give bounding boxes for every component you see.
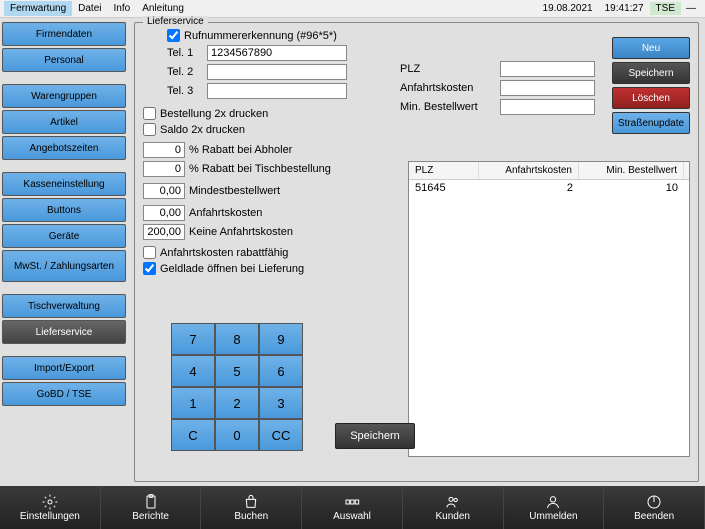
bag-icon <box>243 494 259 510</box>
rabatt-abholer-label: % Rabatt bei Abholer <box>189 144 292 156</box>
bottom-berichte[interactable]: Berichte <box>101 486 202 529</box>
cell-plz: 51645 <box>409 180 479 196</box>
tel3-label: Tel. 3 <box>167 85 207 97</box>
sidebar-item-lieferservice[interactable]: Lieferservice <box>2 320 126 344</box>
sidebar-item-import-export[interactable]: Import/Export <box>2 356 126 380</box>
plz-input[interactable] <box>500 61 595 77</box>
mindest-input[interactable] <box>143 183 185 199</box>
sidebar-item-artikel[interactable]: Artikel <box>2 110 126 134</box>
bottom-buchen[interactable]: Buchen <box>201 486 302 529</box>
cell-anfahrt: 2 <box>479 180 579 196</box>
tel2-label: Tel. 2 <box>167 66 207 78</box>
anfahrt-input[interactable] <box>143 205 185 221</box>
bottom-auswahl[interactable]: Auswahl <box>302 486 403 529</box>
keypad-cc[interactable]: CC <box>259 419 303 451</box>
menu-anleitung[interactable]: Anleitung <box>136 1 190 16</box>
sidebar-item-tischverwaltung[interactable]: Tischverwaltung <box>2 294 126 318</box>
minbestellwert-input[interactable] <box>500 99 595 115</box>
rabatt-tisch-input[interactable] <box>143 161 185 177</box>
gear-icon <box>42 494 58 510</box>
tel2-input[interactable] <box>207 64 347 80</box>
table-row[interactable]: 51645 2 10 <box>409 180 689 196</box>
rabatt-tisch-label: % Rabatt bei Tischbestellung <box>189 163 331 175</box>
sidebar-item-kasseneinstellung[interactable]: Kasseneinstellung <box>2 172 126 196</box>
table-header-anfahrt[interactable]: Anfahrtskosten <box>479 162 579 179</box>
rabatt-abholer-input[interactable] <box>143 142 185 158</box>
panel-legend: Lieferservice <box>143 16 208 27</box>
menu-info[interactable]: Info <box>108 1 137 16</box>
keypad-4[interactable]: 4 <box>171 355 215 387</box>
keypad-1[interactable]: 1 <box>171 387 215 419</box>
speichern-button[interactable]: Speichern <box>612 62 690 84</box>
neu-button[interactable]: Neu <box>612 37 690 59</box>
bottom-beenden[interactable]: Beenden <box>604 486 705 529</box>
sidebar-item-mwst[interactable]: MwSt. / Zahlungsarten <box>2 250 126 282</box>
status-time: 19:41:27 <box>599 3 650 14</box>
keypad-5[interactable]: 5 <box>215 355 259 387</box>
sidebar-item-angebotszeiten[interactable]: Angebotszeiten <box>2 136 126 160</box>
keypad-c[interactable]: C <box>171 419 215 451</box>
sidebar: Firmendaten Personal Warengruppen Artike… <box>0 18 128 486</box>
keypad-6[interactable]: 6 <box>259 355 303 387</box>
save-button[interactable]: Speichern <box>335 423 415 449</box>
keypad-8[interactable]: 8 <box>215 323 259 355</box>
keine-input[interactable] <box>143 224 185 240</box>
table-header-plz[interactable]: PLZ <box>409 162 479 179</box>
menu-fernwartung[interactable]: Fernwartung <box>4 1 72 16</box>
keypad-9[interactable]: 9 <box>259 323 303 355</box>
menu-datei[interactable]: Datei <box>72 1 107 16</box>
anfahrtskosten-label: Anfahrtskosten <box>400 82 500 94</box>
lieferservice-panel: Lieferservice Rufnummererkennung (#96*5*… <box>134 22 699 482</box>
rabattfaehig-label: Anfahrtskosten rabattfähig <box>160 247 288 259</box>
geldlade-checkbox[interactable] <box>143 262 156 275</box>
tel1-label: Tel. 1 <box>167 47 207 59</box>
sidebar-item-geraete[interactable]: Geräte <box>2 224 126 248</box>
minbestellwert-label: Min. Bestellwert <box>400 101 500 113</box>
keypad-0[interactable]: 0 <box>215 419 259 451</box>
bottom-kunden[interactable]: Kunden <box>403 486 504 529</box>
bottom-ummelden[interactable]: Ummelden <box>504 486 605 529</box>
keypad-7[interactable]: 7 <box>171 323 215 355</box>
sidebar-item-firmendaten[interactable]: Firmendaten <box>2 22 126 46</box>
plz-table[interactable]: PLZ Anfahrtskosten Min. Bestellwert 5164… <box>408 161 690 457</box>
status-date: 19.08.2021 <box>537 3 599 14</box>
clipboard-icon <box>143 494 159 510</box>
tse-badge: TSE <box>650 2 681 15</box>
sidebar-item-buttons[interactable]: Buttons <box>2 198 126 222</box>
anfahrtskosten-input[interactable] <box>500 80 595 96</box>
saldo2x-checkbox[interactable] <box>143 123 156 136</box>
bestellung2x-label: Bestellung 2x drucken <box>160 108 268 120</box>
strassenupdate-button[interactable]: Straßenupdate <box>612 112 690 134</box>
plz-label: PLZ <box>400 63 500 75</box>
bottom-einstellungen[interactable]: Einstellungen <box>0 486 101 529</box>
loeschen-button[interactable]: Löschen <box>612 87 690 109</box>
keypad-2[interactable]: 2 <box>215 387 259 419</box>
user-icon <box>545 494 561 510</box>
cell-minbest: 10 <box>579 180 684 196</box>
tel1-input[interactable] <box>207 45 347 61</box>
tel3-input[interactable] <box>207 83 347 99</box>
sidebar-item-gobd-tse[interactable]: GoBD / TSE <box>2 382 126 406</box>
keypad: 7 8 9 4 5 6 1 2 3 C 0 CC <box>171 323 303 451</box>
rufnummer-checkbox[interactable] <box>167 29 180 42</box>
sidebar-item-warengruppen[interactable]: Warengruppen <box>2 84 126 108</box>
rufnummer-label: Rufnummererkennung (#96*5*) <box>184 30 337 42</box>
table-header-minbest[interactable]: Min. Bestellwert <box>579 162 684 179</box>
sidebar-item-personal[interactable]: Personal <box>2 48 126 72</box>
mindest-label: Mindestbestellwert <box>189 185 280 197</box>
geldlade-label: Geldlade öffnen bei Lieferung <box>160 263 304 275</box>
users-icon <box>445 494 461 510</box>
keypad-3[interactable]: 3 <box>259 387 303 419</box>
rabattfaehig-checkbox[interactable] <box>143 246 156 259</box>
bestellung2x-checkbox[interactable] <box>143 107 156 120</box>
anfahrt-label: Anfahrtskosten <box>189 207 262 219</box>
menubar: Fernwartung Datei Info Anleitung 19.08.2… <box>0 0 705 18</box>
power-icon <box>646 494 662 510</box>
bottombar: Einstellungen Berichte Buchen Auswahl Ku… <box>0 486 705 529</box>
grid-icon <box>344 494 360 510</box>
keine-label: Keine Anfahrtskosten <box>189 226 293 238</box>
minimize-button[interactable]: — <box>681 3 701 14</box>
saldo2x-label: Saldo 2x drucken <box>160 124 245 136</box>
